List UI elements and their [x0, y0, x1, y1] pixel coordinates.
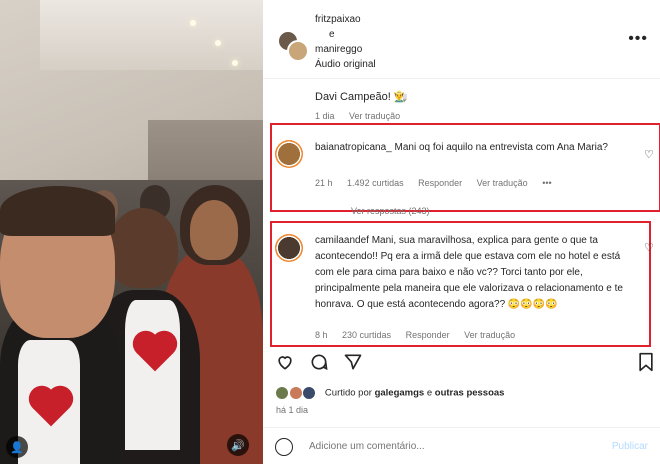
post-time[interactable]: há 1 dia: [276, 405, 308, 415]
liked-by: Curtido por galegamgs e outras pessoas: [275, 386, 504, 400]
ceiling-light: [232, 60, 238, 66]
liked-by-others[interactable]: outras pessoas: [435, 388, 505, 399]
like-comment-icon[interactable]: ♡: [644, 148, 654, 161]
avatar[interactable]: [275, 140, 303, 168]
post-actions: [275, 352, 655, 376]
liked-by-connector: e: [424, 387, 435, 399]
avatar: [287, 40, 309, 62]
publish-button[interactable]: Publicar: [612, 441, 648, 452]
tagged-user-icon[interactable]: 👤: [6, 436, 28, 458]
share-icon[interactable]: [343, 352, 363, 372]
comment-reply-link[interactable]: Responder: [418, 178, 462, 188]
post-header: fritzpaixao e manireggo Áudio original •…: [263, 0, 660, 79]
avatar: [288, 386, 303, 400]
like-comment-icon[interactable]: ♡: [644, 241, 654, 254]
ceiling-light: [215, 40, 221, 46]
photo-ceiling: [40, 0, 263, 70]
comment-username[interactable]: camilaandef: [315, 235, 369, 246]
avatar[interactable]: [275, 234, 303, 262]
post-panel: fritzpaixao e manireggo Áudio original •…: [263, 0, 660, 464]
comment-meta: 21 h 1.492 curtidas Responder Ver traduç…: [315, 178, 564, 188]
ceiling-light: [190, 20, 196, 26]
liked-by-prefix: Curtido por: [324, 387, 375, 399]
more-horizontal-icon[interactable]: •••: [628, 30, 648, 48]
comment-highlight-box: [270, 123, 660, 212]
avatar: [275, 386, 289, 400]
caption-time: 1 dia: [315, 111, 335, 121]
comment-translate-link[interactable]: Ver tradução: [464, 330, 515, 340]
add-comment-bar: Publicar: [263, 427, 660, 465]
post-caption: Davi Campeão! 👨‍🌾: [315, 91, 408, 103]
comment-body: baianatropicana_ Mani oq foi aquilo na e…: [315, 140, 615, 156]
author-username[interactable]: manireggo: [315, 42, 376, 57]
comment-time: 21 h: [315, 178, 333, 188]
comment-reply-link[interactable]: Responder: [406, 330, 450, 340]
author-names: fritzpaixao e manireggo Áudio original: [315, 12, 376, 72]
comment-options-icon[interactable]: •••: [542, 178, 551, 188]
comment-meta: 8 h 230 curtidas Responder Ver tradução: [315, 330, 527, 340]
author-connector: e: [329, 29, 335, 40]
comment-time: 8 h: [315, 330, 328, 340]
post-photo[interactable]: 👤 🔊: [0, 0, 263, 464]
comment-text: Mani oq foi aquilo na entrevista com Ana…: [394, 142, 608, 153]
author-avatars[interactable]: [277, 30, 309, 62]
sound-icon[interactable]: 🔊: [227, 434, 249, 456]
comment-likes[interactable]: 1.492 curtidas: [347, 178, 404, 188]
emoji-icon[interactable]: [275, 438, 293, 456]
person-shirt: [125, 300, 180, 450]
person-face: [108, 208, 178, 288]
comment-translate-link[interactable]: Ver tradução: [477, 178, 528, 188]
comment-input[interactable]: [307, 440, 591, 453]
bookmark-icon[interactable]: [637, 352, 655, 372]
avatar: [302, 386, 317, 400]
caption-translate-link[interactable]: Ver tradução: [349, 111, 400, 121]
comment-body: camilaandef Mani, sua maravilhosa, expli…: [315, 233, 633, 313]
author-username[interactable]: fritzpaixao: [315, 12, 376, 27]
comment-likes[interactable]: 230 curtidas: [342, 330, 391, 340]
audio-label[interactable]: Áudio original: [315, 57, 376, 72]
comment-text: Mani, sua maravilhosa, explica para gent…: [315, 235, 623, 310]
comment-username[interactable]: baianatropicana_: [315, 142, 392, 153]
person-face: [190, 200, 238, 260]
liked-by-user[interactable]: galegamgs: [375, 388, 425, 399]
person-hair: [0, 186, 115, 236]
caption-meta: 1 dia Ver tradução: [315, 111, 412, 121]
view-replies-link[interactable]: Ver respostas (243): [351, 206, 430, 216]
like-icon[interactable]: [275, 352, 295, 372]
comment-icon[interactable]: [309, 352, 329, 372]
